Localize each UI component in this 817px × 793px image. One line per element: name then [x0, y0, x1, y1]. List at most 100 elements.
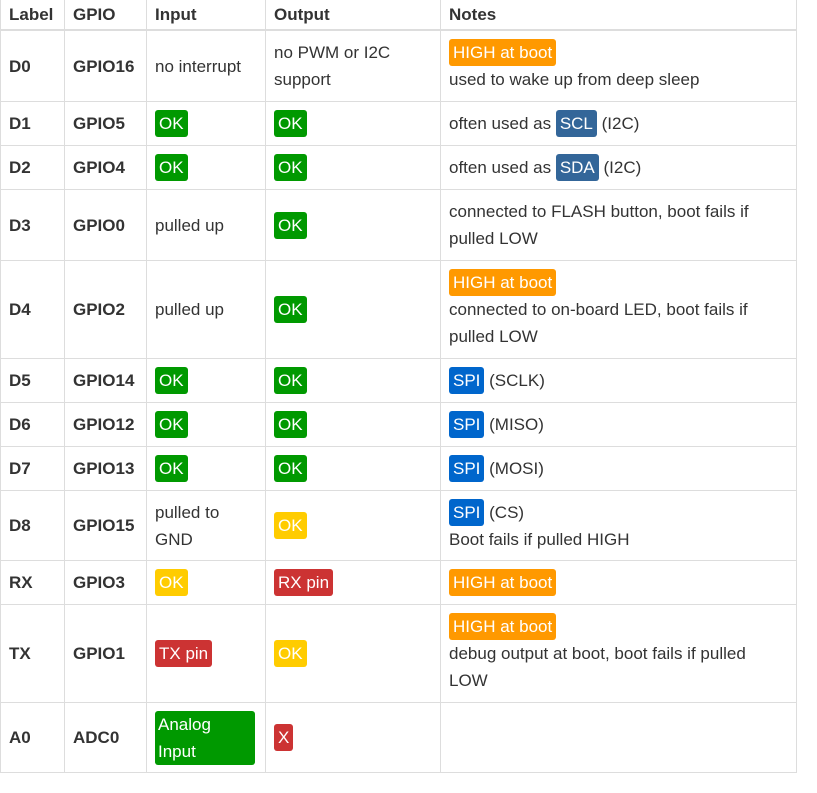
column-header-output: Output — [265, 0, 441, 31]
note-text: connected to FLASH button, boot fails if… — [449, 202, 749, 248]
note-suffix: (I2C) — [601, 114, 640, 133]
no-output-badge: X — [274, 724, 294, 751]
output-cell: RX pin — [265, 560, 441, 605]
tx-pin-badge: TX pin — [155, 640, 213, 667]
input-cell: OK — [146, 145, 266, 190]
gpio-name: GPIO2 — [64, 260, 147, 359]
notes-cell — [440, 702, 797, 773]
note-suffix: (MISO) — [489, 415, 544, 434]
ok-badge: OK — [274, 211, 307, 239]
input-cell: OK — [146, 560, 266, 605]
table-row: D4 GPIO2 pulled up OK HIGH at boot conne… — [0, 260, 797, 359]
notes-cell: often used as SDA (I2C) — [440, 145, 797, 190]
ok-badge: OK — [274, 411, 307, 438]
notes-cell: connected to FLASH button, boot fails if… — [440, 189, 797, 261]
input-cell: pulled up — [146, 189, 266, 261]
note-text: used to wake up from deep sleep — [449, 70, 700, 89]
note-text: Boot fails if pulled HIGH — [449, 529, 630, 549]
gpio-name: GPIO4 — [64, 145, 147, 190]
gpio-name: ADC0 — [64, 702, 147, 773]
spi-badge: SPI — [449, 498, 485, 526]
ok-badge: OK — [274, 154, 307, 181]
table-row: D3 GPIO0 pulled up OK connected to FLASH… — [0, 189, 797, 261]
table-row: D5 GPIO14 OK OK SPI (SCLK) — [0, 358, 797, 403]
pin-label: RX — [0, 560, 65, 605]
pin-label: D3 — [0, 189, 65, 261]
output-cell: OK — [265, 358, 441, 403]
output-cell: OK — [265, 490, 441, 561]
scl-badge: SCL — [555, 110, 597, 137]
gpio-name: GPIO5 — [64, 101, 147, 146]
gpio-name: GPIO13 — [64, 446, 147, 491]
input-cell: pulled up — [146, 260, 266, 359]
input-cell: OK — [146, 402, 266, 447]
pin-label: D1 — [0, 101, 65, 146]
input-text: pulled up — [155, 300, 225, 319]
gpio-name: GPIO15 — [64, 490, 147, 561]
table-row: D8 GPIO15 pulled to GND OK SPI (CS) Boot… — [0, 490, 797, 561]
column-header-label: Label — [0, 0, 65, 31]
ok-caution-badge: OK — [274, 640, 307, 667]
input-cell: OK — [146, 446, 266, 491]
table-row: D1 GPIO5 OK OK often used as SCL (I2C) — [0, 101, 797, 146]
table-header-row: Label GPIO Input Output Notes — [0, 0, 797, 31]
notes-cell: HIGH at boot — [440, 560, 797, 605]
note-suffix: (CS) — [489, 502, 525, 522]
pin-label: D0 — [0, 29, 65, 102]
notes-cell: often used as SCL (I2C) — [440, 101, 797, 146]
column-header-input: Input — [146, 0, 266, 31]
gpio-name: GPIO16 — [64, 29, 147, 102]
column-header-notes: Notes — [440, 0, 797, 31]
pin-label: D2 — [0, 145, 65, 190]
table-row: D6 GPIO12 OK OK SPI (MISO) — [0, 402, 797, 447]
notes-cell: HIGH at boot debug output at boot, boot … — [440, 604, 797, 703]
output-cell: OK — [265, 189, 441, 261]
output-text: no PWM or I2C support — [274, 43, 391, 89]
pin-label: TX — [0, 604, 65, 703]
input-cell: no interrupt — [146, 29, 266, 102]
output-cell: no PWM or I2C support — [265, 29, 441, 102]
input-cell: OK — [146, 101, 266, 146]
notes-cell: SPI (SCLK) — [440, 358, 797, 403]
rx-pin-badge: RX pin — [274, 569, 334, 596]
output-cell: OK — [265, 260, 441, 359]
table-row: D7 GPIO13 OK OK SPI (MOSI) — [0, 446, 797, 491]
notes-cell: SPI (CS) Boot fails if pulled HIGH — [440, 490, 797, 561]
pin-label: D5 — [0, 358, 65, 403]
ok-badge: OK — [274, 455, 307, 482]
pin-label: D7 — [0, 446, 65, 491]
spi-badge: SPI — [449, 367, 485, 394]
table-row: D2 GPIO4 OK OK often used as SDA (I2C) — [0, 145, 797, 190]
output-cell: OK — [265, 402, 441, 447]
pin-label: D4 — [0, 260, 65, 359]
analog-input-badge: Analog Input — [155, 710, 255, 765]
ok-badge: OK — [155, 455, 188, 482]
gpio-name: GPIO1 — [64, 604, 147, 703]
sda-badge: SDA — [555, 154, 599, 181]
table-row: D0 GPIO16 no interrupt no PWM or I2C sup… — [0, 29, 797, 102]
notes-cell: HIGH at boot connected to on-board LED, … — [440, 260, 797, 359]
input-text: no interrupt — [155, 56, 241, 76]
ok-badge: OK — [155, 110, 188, 137]
note-prefix: often used as — [449, 158, 552, 177]
high-at-boot-badge: HIGH at boot — [449, 39, 557, 66]
note-prefix: often used as — [449, 114, 552, 133]
ok-badge: OK — [274, 367, 307, 394]
input-cell: Analog Input — [146, 702, 266, 773]
ok-caution-badge: OK — [155, 569, 188, 596]
output-cell: OK — [265, 101, 441, 146]
spi-badge: SPI — [449, 411, 485, 438]
input-text: pulled to GND — [155, 502, 220, 549]
column-header-gpio: GPIO — [64, 0, 147, 31]
high-at-boot-badge: HIGH at boot — [449, 613, 557, 640]
gpio-name: GPIO0 — [64, 189, 147, 261]
pin-label: D8 — [0, 490, 65, 561]
spi-badge: SPI — [449, 455, 485, 482]
high-at-boot-badge: HIGH at boot — [449, 569, 557, 596]
ok-caution-badge: OK — [274, 512, 307, 539]
notes-cell: HIGH at boot used to wake up from deep s… — [440, 29, 797, 102]
notes-cell: SPI (MOSI) — [440, 446, 797, 491]
input-text: pulled up — [155, 215, 225, 235]
output-cell: X — [265, 702, 441, 773]
notes-cell: SPI (MISO) — [440, 402, 797, 447]
